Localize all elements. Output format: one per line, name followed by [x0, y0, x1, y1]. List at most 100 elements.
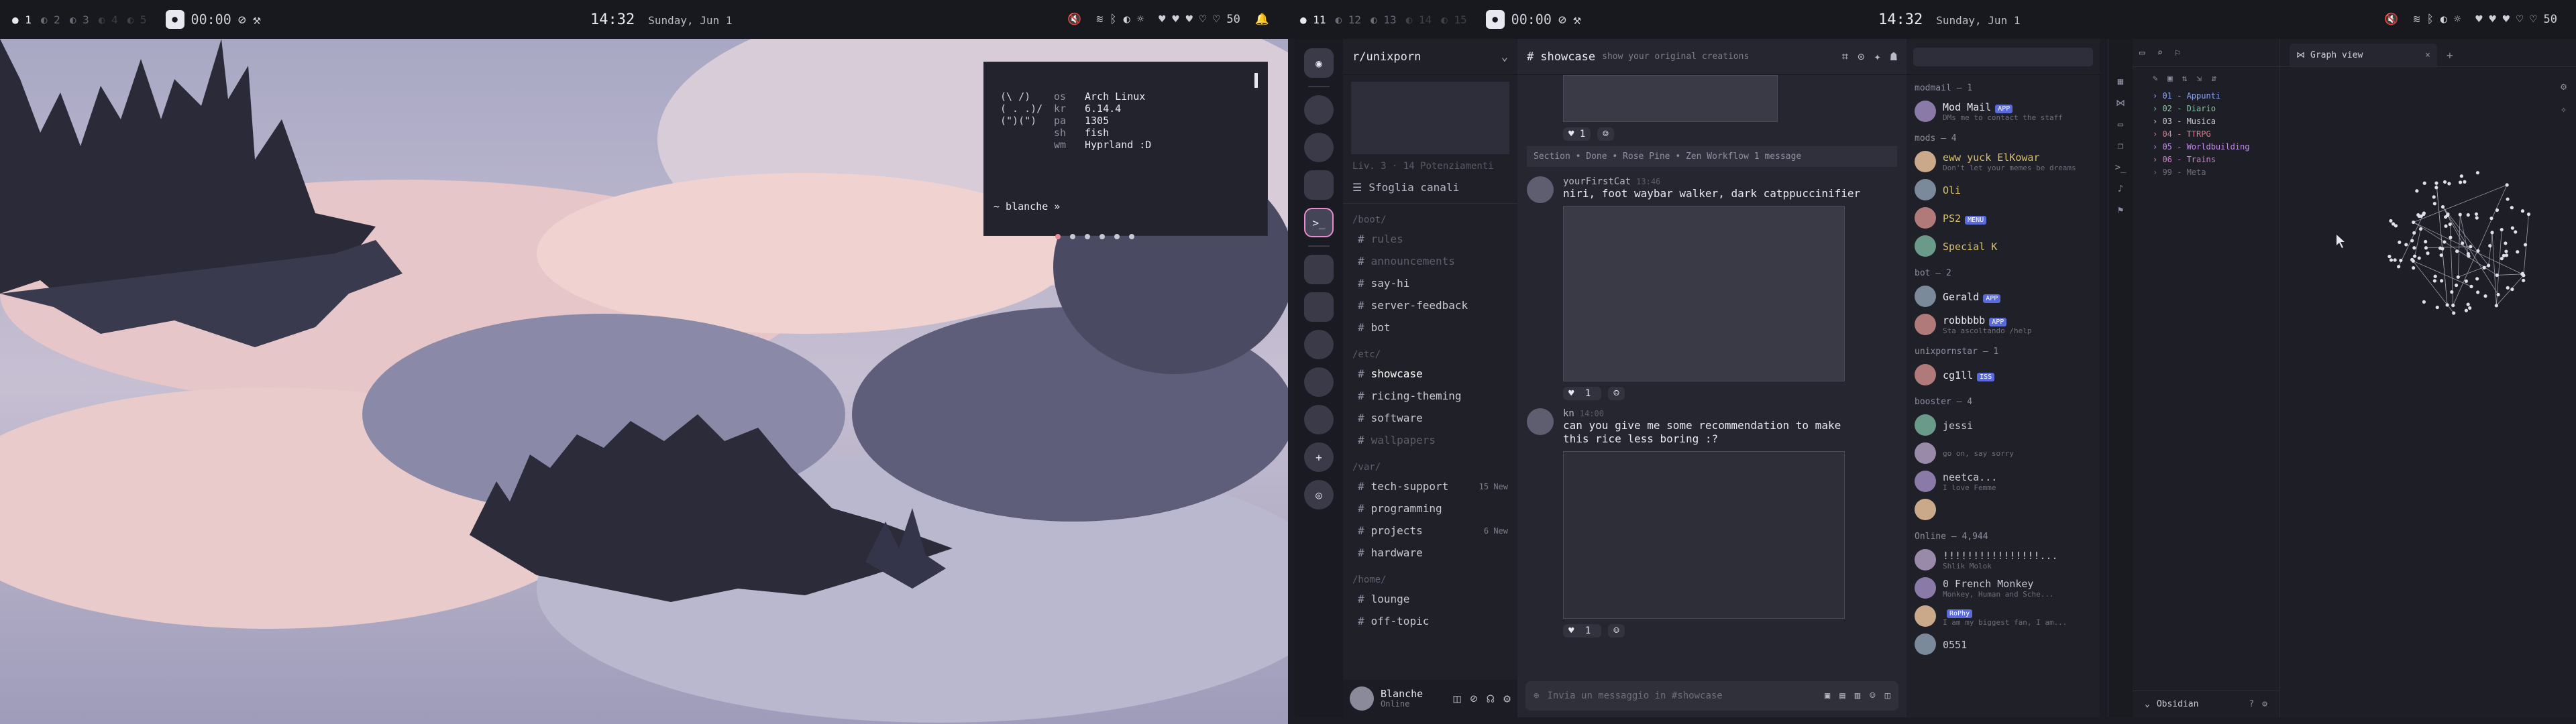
graph-node[interactable] [2506, 286, 2510, 290]
graph-node[interactable] [2387, 254, 2392, 259]
graph-node[interactable] [2415, 189, 2419, 193]
tab-graph-view[interactable]: ⋈ Graph view × [2290, 44, 2437, 66]
member-item[interactable]: Mod Mail APP DMs me to contact the staff [1907, 97, 2100, 125]
channel-category[interactable]: /var/ [1343, 451, 1517, 475]
graph-node[interactable] [2447, 182, 2451, 186]
folder-item[interactable]: › 01 - Appunti [2153, 90, 2279, 103]
graph-node[interactable] [2454, 283, 2459, 288]
graph-node[interactable] [2448, 222, 2452, 227]
server-folder-icon[interactable] [1304, 292, 1334, 322]
check-icon[interactable]: ⊘ [238, 11, 246, 27]
gif-icon[interactable]: ▤ [1839, 690, 1845, 701]
expand-icon[interactable]: ⇵ [2211, 74, 2216, 84]
wifi-icon[interactable]: ≋ [2413, 13, 2420, 26]
check-icon[interactable]: ⊘ [1558, 11, 1566, 27]
bell-icon[interactable]: ⊙ [1858, 50, 1864, 64]
graph-node[interactable] [2440, 279, 2444, 283]
graph-node[interactable] [2410, 239, 2414, 243]
graph-node[interactable] [2464, 279, 2468, 283]
graph-node[interactable] [2495, 208, 2500, 213]
browse-channels[interactable]: ☰ Sfoglia canali [1343, 172, 1517, 204]
avatar[interactable] [1527, 176, 1554, 203]
graph-node[interactable] [2466, 251, 2471, 256]
graph-node[interactable] [2514, 230, 2518, 234]
graph-node[interactable] [2466, 213, 2470, 217]
graph-node[interactable] [2516, 250, 2520, 254]
graph-node[interactable] [2520, 209, 2525, 213]
bluetooth-icon[interactable]: ᛒ [1110, 13, 1116, 26]
graph-node[interactable] [2424, 239, 2428, 244]
graph-node[interactable] [2526, 212, 2531, 217]
workspace-button[interactable]: ● 11 [1300, 13, 1326, 26]
graph-node[interactable] [2422, 181, 2426, 185]
calendar-icon[interactable]: ▦ [2118, 76, 2123, 87]
contrast-icon[interactable]: ◐ [1124, 13, 1130, 26]
graph-node[interactable] [2443, 240, 2447, 244]
server-header[interactable]: r/unixporn ⌄ [1343, 39, 1517, 75]
mic-icon[interactable]: ♪ [2118, 184, 2123, 194]
workspace-button[interactable]: ◐ 3 [70, 13, 89, 26]
message-input[interactable]: ⊕ Invia un messaggio in #showcase ▣ ▤ ▥ … [1525, 681, 1898, 711]
member-item[interactable]: cg1ll ISS [1907, 361, 2100, 389]
file-icon[interactable]: ▭ [2118, 119, 2123, 130]
attachment-image[interactable] [1563, 75, 1778, 122]
vault-switcher[interactable]: ⌄ Obsidian ? ⚙ [2133, 690, 2279, 717]
graph-node[interactable] [2510, 287, 2514, 292]
graph-node[interactable] [2500, 257, 2504, 261]
graph-node[interactable] [2411, 259, 2415, 263]
channel-category[interactable]: /etc/ [1343, 339, 1517, 363]
graph-node[interactable] [2500, 227, 2504, 232]
member-item[interactable]: 0551 [1907, 630, 2100, 658]
graph-node[interactable] [2452, 311, 2456, 315]
attachment-image[interactable] [1563, 451, 1845, 619]
graph-node[interactable] [2502, 253, 2506, 257]
server-icon[interactable] [1304, 95, 1334, 125]
graph-node[interactable] [2412, 254, 2417, 258]
graph-node[interactable] [2464, 308, 2468, 312]
emoji-icon[interactable]: ☺ [1870, 690, 1875, 701]
member-item[interactable]: eww yuck ElKowar Don't let your memes be … [1907, 147, 2100, 176]
graph-node[interactable] [2389, 258, 2394, 262]
server-icon[interactable] [1304, 133, 1334, 162]
system-message[interactable]: Section • Done • Rose Pine • Zen Workflo… [1527, 146, 1897, 167]
channel-item[interactable]: # showcase [1343, 363, 1517, 385]
mute-icon[interactable]: 🔇 [2384, 13, 2398, 26]
graph-node[interactable] [2450, 290, 2454, 294]
help-icon[interactable]: ? [2249, 699, 2254, 709]
graph-node[interactable] [2433, 274, 2437, 278]
graph-node[interactable] [2476, 249, 2480, 253]
sort-icon[interactable]: ⇅ [2182, 74, 2188, 84]
add-attachment-icon[interactable]: ⊕ [1534, 690, 1539, 701]
graph-node[interactable] [2469, 245, 2473, 249]
wrench-icon[interactable]: ⚒ [1573, 11, 1581, 27]
graph-node[interactable] [2434, 186, 2438, 190]
close-icon[interactable]: × [2425, 50, 2430, 60]
graph-node[interactable] [2398, 240, 2402, 244]
graph-node[interactable] [2422, 300, 2426, 304]
message-author[interactable]: yourFirstCat 13:46 [1563, 176, 1860, 187]
channel-category[interactable]: /boot/ [1343, 204, 1517, 228]
member-item[interactable]: neetca... I love Femme [1907, 467, 2100, 495]
attachment-image[interactable] [1563, 206, 1845, 381]
note-graph[interactable] [2280, 67, 2576, 711]
wifi-icon[interactable]: ≋ [1096, 13, 1103, 26]
server-icon[interactable] [1304, 367, 1334, 397]
heart-reaction[interactable]: ♥ 1 [1563, 624, 1602, 638]
graph-node[interactable] [2510, 206, 2514, 210]
graph-node[interactable] [2440, 247, 2445, 251]
workspace-button[interactable]: ◐ 4 [99, 13, 118, 26]
workspace-button[interactable]: ◐ 5 [127, 13, 147, 26]
graph-node[interactable] [2412, 246, 2416, 250]
server-icon[interactable] [1304, 405, 1334, 434]
add-reaction-icon[interactable]: ☺ [1608, 624, 1625, 638]
graph-node[interactable] [2389, 219, 2393, 223]
folder-item[interactable]: › 02 - Diario [2153, 103, 2279, 115]
member-item[interactable]: 0 French Monkey Monkey, Human and Sche... [1907, 574, 2100, 602]
member-item[interactable]: jessi [1907, 411, 2100, 439]
bookmark-icon[interactable]: ⚐ [2175, 48, 2180, 58]
folder-item[interactable]: › 99 - Meta [2153, 166, 2279, 179]
copy-icon[interactable]: ❐ [2118, 141, 2123, 152]
channel-item[interactable]: # lounge [1343, 588, 1517, 610]
graph-node[interactable] [2432, 195, 2436, 199]
wrench-icon[interactable]: ⚒ [253, 11, 261, 27]
